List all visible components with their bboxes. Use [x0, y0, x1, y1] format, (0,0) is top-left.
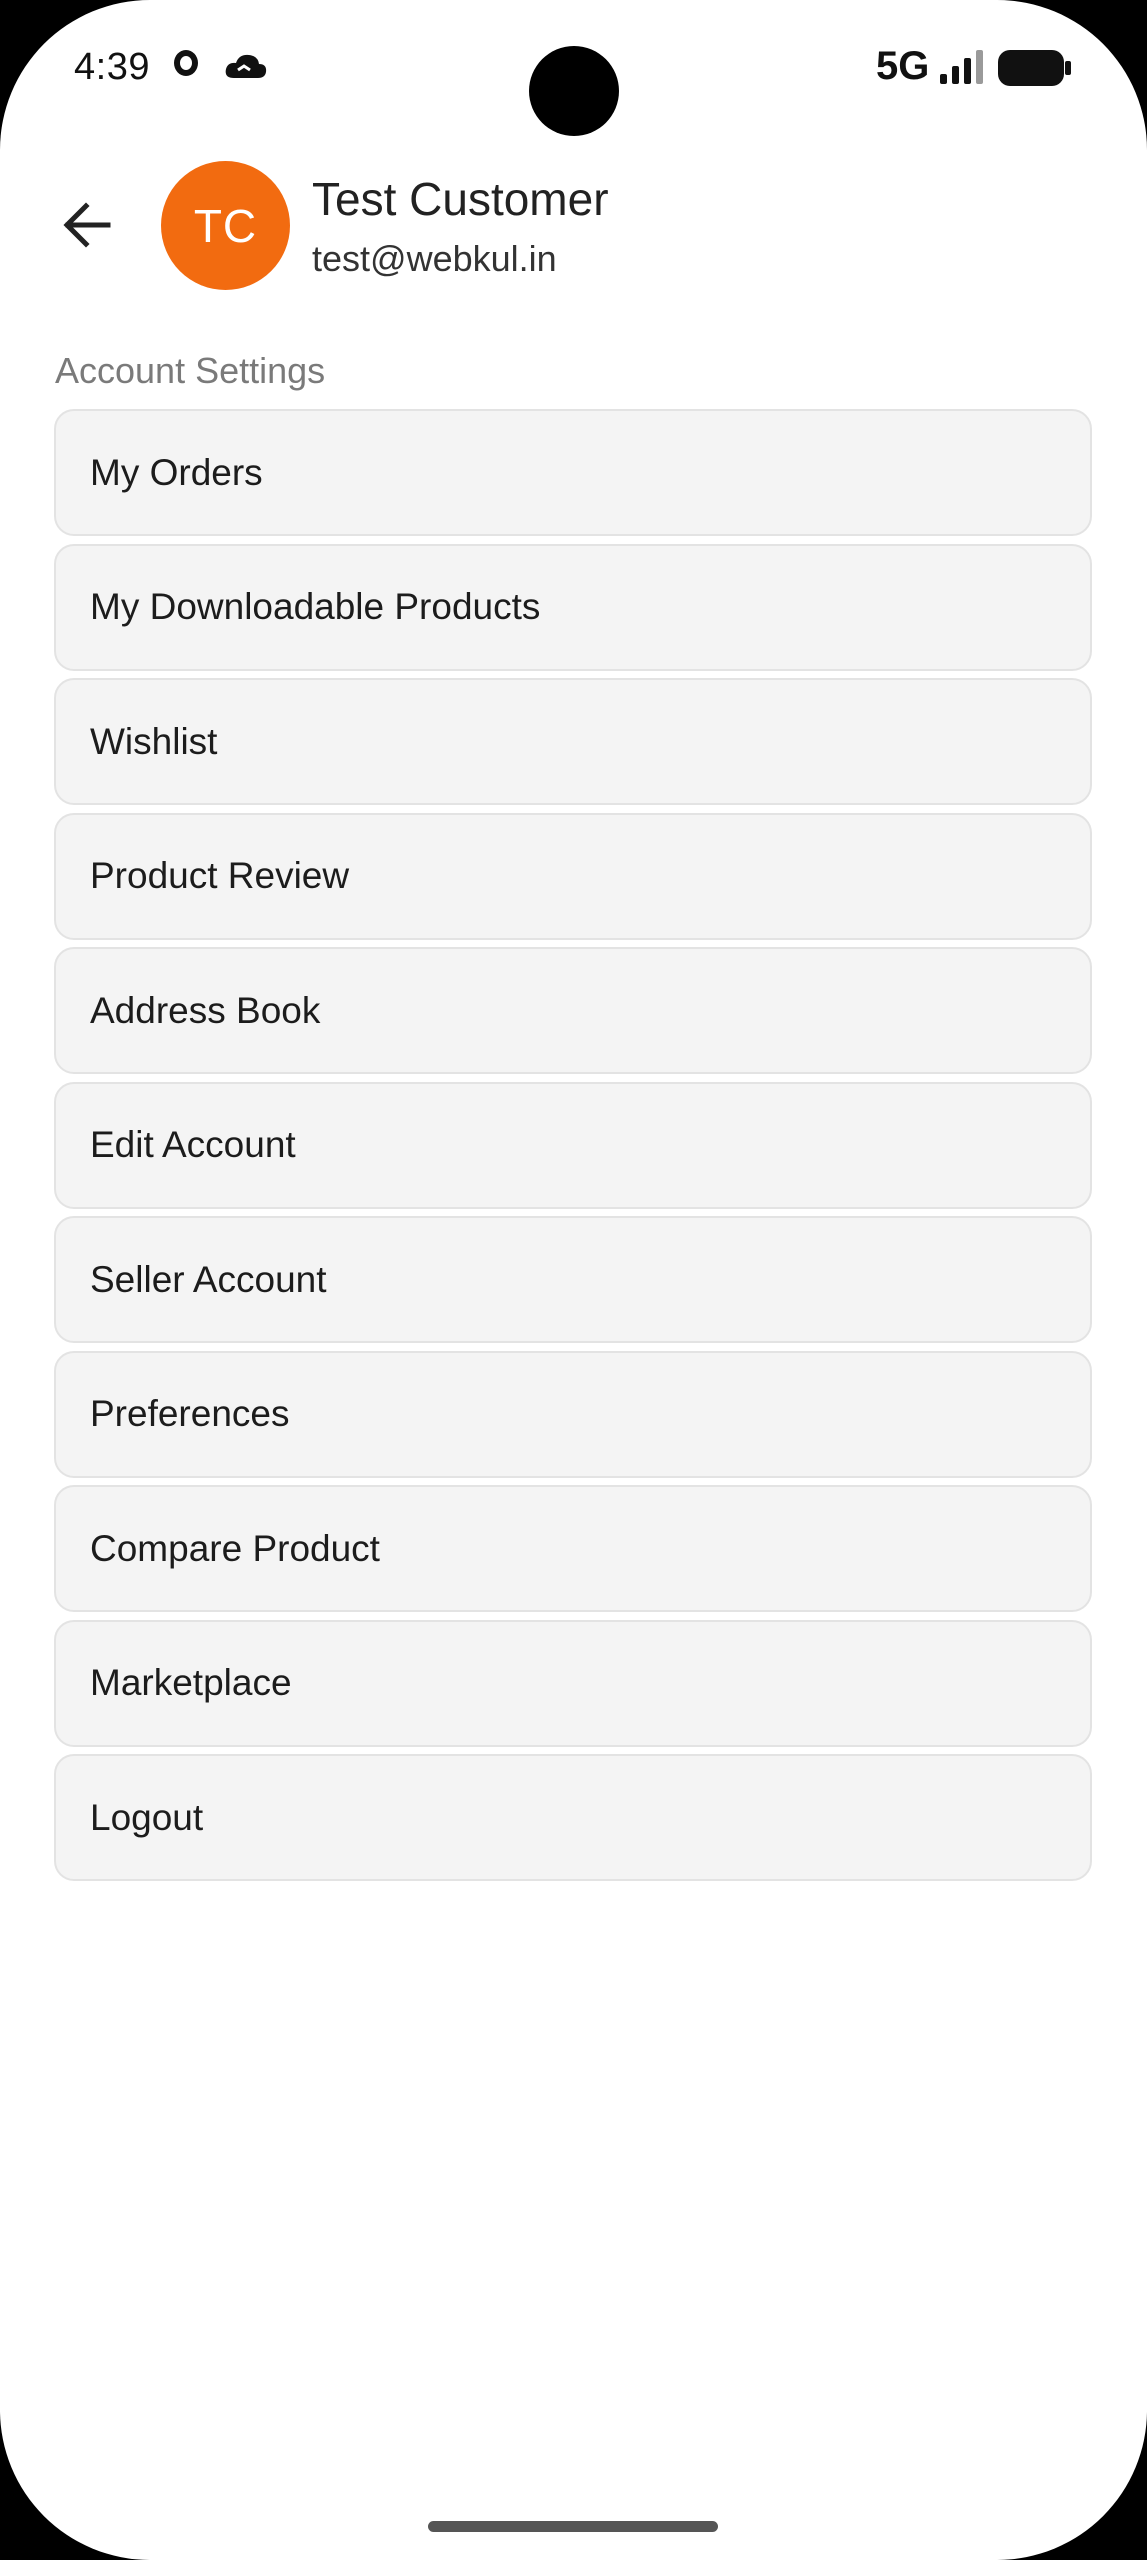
- menu-item-product-review[interactable]: Product Review: [54, 812, 1092, 940]
- menu-item-label: Preferences: [90, 1393, 290, 1434]
- status-bar: 4:39 5G: [0, 0, 1147, 140]
- menu-item-seller-account[interactable]: Seller Account: [54, 1216, 1092, 1343]
- status-time: 4:39: [74, 46, 150, 88]
- home-indicator[interactable]: [428, 2521, 718, 2532]
- menu-item-label: My Downloadable Products: [90, 586, 541, 627]
- menu-item-compare-product[interactable]: Compare Product: [54, 1485, 1092, 1612]
- menu-item-label: Marketplace: [90, 1662, 292, 1703]
- menu-item-label: Address Book: [90, 989, 321, 1031]
- menu-item-edit-account[interactable]: Edit Account: [54, 1081, 1092, 1209]
- camera-cutout: [529, 46, 619, 136]
- menu-item-logout[interactable]: Logout: [54, 1754, 1092, 1881]
- cloud-icon: [225, 54, 267, 78]
- account-settings-list: My Orders My Downloadable Products Wishl…: [54, 409, 1092, 1889]
- menu-item-label: Logout: [90, 1796, 204, 1838]
- back-button[interactable]: [52, 190, 122, 260]
- menu-item-preferences[interactable]: Preferences: [54, 1350, 1092, 1478]
- battery-icon: [998, 50, 1071, 86]
- menu-item-downloadable-products[interactable]: My Downloadable Products: [54, 543, 1092, 671]
- menu-item-marketplace[interactable]: Marketplace: [54, 1619, 1092, 1747]
- menu-item-address-book[interactable]: Address Book: [54, 947, 1092, 1074]
- customer-name: Test Customer: [312, 173, 609, 225]
- menu-item-label: Edit Account: [90, 1124, 296, 1165]
- menu-item-label: Seller Account: [90, 1258, 327, 1300]
- avatar: TC: [161, 161, 290, 290]
- arrow-left-icon: [63, 202, 111, 248]
- customer-email: test@webkul.in: [312, 238, 557, 279]
- menu-item-label: Product Review: [90, 855, 350, 896]
- phone-screen: 4:39 5G TC Test Customer test@webkul.in …: [0, 0, 1147, 2560]
- menu-item-label: My Orders: [90, 451, 263, 493]
- menu-item-label: Wishlist: [90, 720, 218, 762]
- network-label: 5G: [876, 44, 930, 88]
- signal-icon: [940, 50, 983, 84]
- o-icon: [174, 50, 198, 76]
- section-title: Account Settings: [55, 350, 326, 391]
- menu-item-wishlist[interactable]: Wishlist: [54, 678, 1092, 805]
- menu-item-label: Compare Product: [90, 1527, 380, 1569]
- avatar-initials: TC: [193, 199, 258, 252]
- menu-item-my-orders[interactable]: My Orders: [54, 409, 1092, 536]
